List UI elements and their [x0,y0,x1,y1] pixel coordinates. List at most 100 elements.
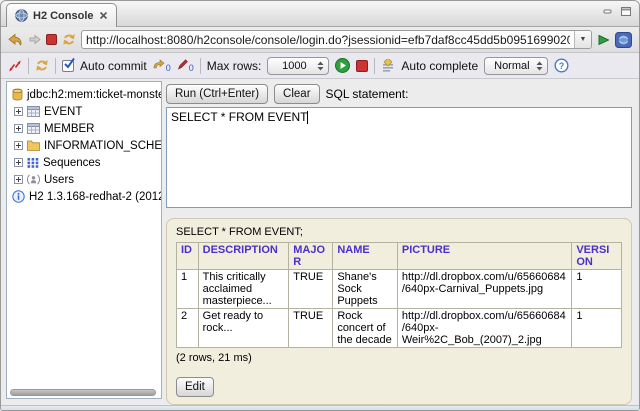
url-input[interactable] [82,31,574,48]
cell-major: TRUE [289,309,333,348]
expand-plus-icon[interactable] [14,124,23,133]
open-external-browser-icon[interactable] [615,32,632,48]
stop-icon[interactable] [46,34,57,45]
cell-major: TRUE [289,270,333,309]
auto-complete-icon[interactable] [381,59,395,73]
tree-item-event[interactable]: EVENT [12,103,161,120]
tree-item-label: Sequences [43,157,101,169]
max-rows-select[interactable]: 1000 [267,57,329,75]
results-header-row: ID DESCRIPTION MAJOR NAME PICTURE VERSIO… [177,243,622,270]
database-icon [12,88,23,101]
results-panel: SELECT * FROM EVENT; ID DESCRIPTION MAJO… [166,218,632,405]
sql-text: SELECT * FROM EVENT [171,110,307,124]
cell-version: 1 [572,309,622,348]
globe-icon [15,9,28,22]
cell-id: 1 [177,270,199,309]
tree-item-member[interactable]: MEMBER [12,120,161,137]
content-area: jdbc:h2:mem:ticket-monster EVENT MEMBE [1,79,639,405]
stepper-arrows-icon [536,61,543,71]
cell-picture: http://dl.dropbox.com/u/65660684/640px-C… [397,270,571,309]
tree-item-users[interactable]: Users [12,171,161,188]
clear-button[interactable]: Clear [274,84,319,104]
refresh-icon[interactable] [62,33,76,46]
column-header-name[interactable]: NAME [333,243,398,270]
h2-toolbar: Auto commit 0 0 Max rows: 1000 Auto comp… [1,53,639,79]
expand-plus-icon[interactable] [14,141,23,150]
auto-complete-select[interactable]: Normal [484,57,547,75]
tree-item-information-schema[interactable]: INFORMATION_SCHEMA [12,137,161,154]
cell-name: Rock concert of the decade [333,309,398,348]
users-icon [27,174,40,185]
url-history-dropdown[interactable]: ▼ [574,31,591,48]
browser-navigation-bar: ▼ [1,27,639,53]
max-rows-label: Max rows: [207,59,262,73]
window-bottom-edge [1,405,639,411]
h2-version-label: H2 1.3.168-redhat-2 (2012-07-13 [29,191,162,203]
tree-item-sequences[interactable]: Sequences [12,154,161,171]
help-icon[interactable]: ? [554,58,569,73]
tree-root-database[interactable]: jdbc:h2:mem:ticket-monster [12,86,161,103]
column-header-id[interactable]: ID [177,243,199,270]
cell-name: Shane's Sock Puppets [333,270,398,309]
tree-horizontal-scrollbar[interactable] [10,389,156,396]
cell-id: 2 [177,309,199,348]
auto-commit-checkbox[interactable] [62,60,74,72]
table-row: 1 This critically acclaimed masterpiece.… [177,270,622,309]
commit-icon[interactable]: 0 [153,59,171,73]
maximize-icon[interactable] [621,7,631,16]
refresh-tables-icon[interactable] [35,59,49,72]
column-header-picture[interactable]: PICTURE [397,243,571,270]
column-header-major[interactable]: MAJOR [289,243,333,270]
cell-version: 1 [572,270,622,309]
stepper-arrows-icon [317,61,324,71]
sequences-icon [27,157,39,168]
cell-picture: http://dl.dropbox.com/u/65660684/640px-W… [397,309,571,348]
view-tab-bar: H2 Console [1,1,639,27]
tree-item-label: INFORMATION_SCHEMA [44,140,162,152]
expand-plus-icon[interactable] [14,175,23,184]
expand-plus-icon[interactable] [14,158,23,167]
row-count-status: (2 rows, 21 ms) [176,352,622,364]
h2-console-window: H2 Console ▼ [0,0,640,411]
back-icon[interactable] [8,33,23,46]
tree-item-label: EVENT [44,106,82,118]
tab-title: H2 Console [33,10,94,22]
column-header-version[interactable]: VERSION [572,243,622,270]
go-icon[interactable] [597,34,610,46]
tree-root-label: jdbc:h2:mem:ticket-monster [27,89,162,101]
database-tree-panel: jdbc:h2:mem:ticket-monster EVENT MEMBE [6,81,162,399]
query-area: Run (Ctrl+Enter) Clear SQL statement: SE… [166,81,632,405]
tree-item-version-info: H2 1.3.168-redhat-2 (2012-07-13 [12,188,161,205]
cell-description: This critically acclaimed masterpiece... [198,270,289,309]
executed-statement-label: SELECT * FROM EVENT; [176,226,622,238]
url-field: ▼ [81,30,592,49]
tab-h2-console[interactable]: H2 Console [6,3,117,27]
auto-complete-label: Auto complete [401,59,478,73]
table-row: 2 Get ready to rock... TRUE Rock concert… [177,309,622,348]
forward-icon[interactable] [28,34,41,45]
close-icon[interactable] [99,11,108,20]
expand-plus-icon[interactable] [14,107,23,116]
svg-text:?: ? [558,61,564,71]
run-button[interactable]: Run (Ctrl+Enter) [166,84,268,104]
tree-item-label: Users [44,174,74,186]
column-header-description[interactable]: DESCRIPTION [198,243,289,270]
table-icon [27,106,40,117]
rollback-icon[interactable]: 0 [177,59,194,73]
minimize-icon[interactable] [603,7,613,16]
results-table: ID DESCRIPTION MAJOR NAME PICTURE VERSIO… [176,242,622,348]
auto-commit-label: Auto commit [80,59,147,73]
folder-icon [27,140,40,151]
sql-statement-label: SQL statement: [326,87,409,101]
edit-button[interactable]: Edit [176,377,214,397]
query-toolbar: Run (Ctrl+Enter) Clear SQL statement: [166,83,632,105]
cancel-statement-icon[interactable] [356,60,368,72]
sql-input-area[interactable]: SELECT * FROM EVENT [166,107,632,208]
info-icon [12,190,25,203]
text-caret [307,111,308,124]
run-icon[interactable] [335,58,350,73]
cell-description: Get ready to rock... [198,309,289,348]
disconnect-icon[interactable] [8,60,22,72]
table-icon [27,123,40,134]
tree-item-label: MEMBER [44,123,94,135]
